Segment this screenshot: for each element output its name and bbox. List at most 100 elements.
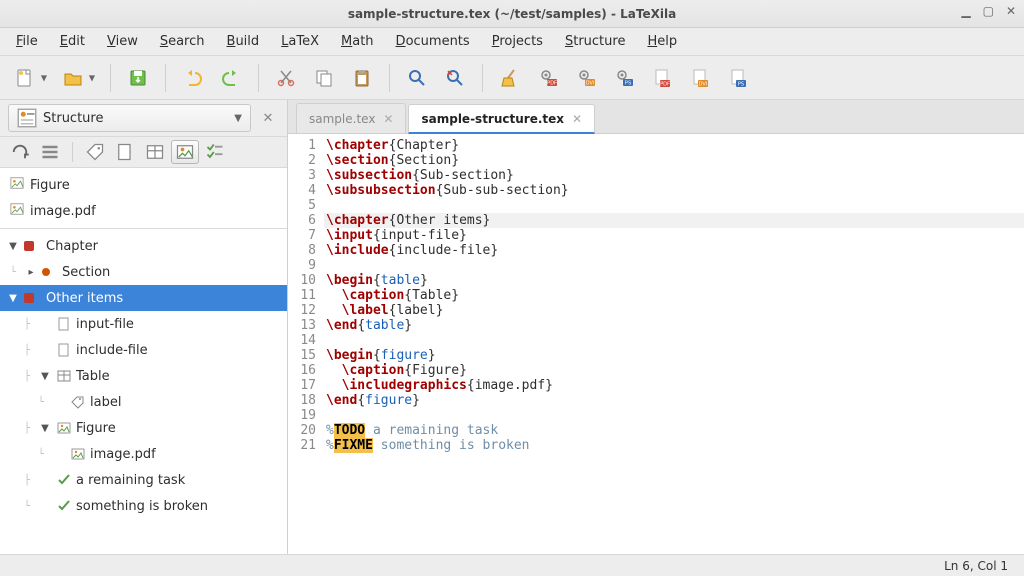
menu-file[interactable]: File (6, 31, 48, 52)
code-content[interactable]: \chapter{Chapter}\section{Section}\subse… (322, 134, 1024, 554)
copy-button[interactable] (307, 61, 341, 95)
svg-text:PS: PS (738, 81, 744, 87)
build-dvi-button[interactable]: DVI (569, 61, 603, 95)
tree-item-table[interactable]: ├ ▼ Table (0, 363, 287, 389)
show-figures-button[interactable] (171, 140, 199, 164)
doc-pdf-icon: PDF (652, 68, 672, 88)
structure-filter-list: Figure image.pdf (0, 168, 287, 229)
view-pdf-button[interactable]: PDF (645, 61, 679, 95)
scissors-icon (276, 68, 296, 88)
close-icon[interactable]: ✕ (572, 112, 582, 126)
menu-edit[interactable]: Edit (50, 31, 95, 52)
menu-structure[interactable]: Structure (555, 31, 636, 52)
toolbar-separator (482, 64, 483, 92)
disclosure-triangle-icon[interactable]: ▼ (38, 371, 52, 382)
save-button[interactable] (121, 61, 155, 95)
sidebar: Structure ▼ ✕ Figure image.pdf (0, 100, 288, 554)
paste-icon (352, 68, 372, 88)
maximize-icon[interactable]: ▢ (983, 4, 994, 18)
tree-item-chapter[interactable]: ▼ Chapter (0, 233, 287, 259)
close-icon[interactable]: ✕ (383, 112, 393, 126)
clean-button[interactable] (493, 61, 527, 95)
disclosure-triangle-icon[interactable]: ▸ (24, 267, 38, 278)
section-bullet-icon (42, 268, 50, 276)
tree-item-label-text: label (90, 395, 121, 410)
tree-item-image[interactable]: └ image.pdf (0, 441, 287, 467)
show-tables-button[interactable] (141, 140, 169, 164)
new-button[interactable]: ▼ (8, 61, 52, 95)
save-icon (128, 68, 148, 88)
code-editor[interactable]: 123456789101112131415161718192021 \chapt… (288, 134, 1024, 554)
menubar: File Edit View Search Build LaTeX Math D… (0, 28, 1024, 56)
redo-icon (221, 68, 241, 88)
image-icon (56, 420, 72, 436)
view-dvi-button[interactable]: DVI (683, 61, 717, 95)
menu-documents[interactable]: Documents (386, 31, 480, 52)
undo-button[interactable] (176, 61, 210, 95)
menu-build[interactable]: Build (217, 31, 270, 52)
paste-button[interactable] (345, 61, 379, 95)
gear-dvi-icon: DVI (576, 68, 596, 88)
open-icon (63, 68, 83, 88)
list-item-label: image.pdf (30, 204, 96, 219)
tree-item-figure[interactable]: ├ ▼ Figure (0, 415, 287, 441)
file-icon (115, 142, 135, 162)
view-ps-button[interactable]: PS (721, 61, 755, 95)
menu-help[interactable]: Help (637, 31, 687, 52)
disclosure-triangle-icon[interactable]: ▼ (38, 423, 52, 434)
panel-close-button[interactable]: ✕ (257, 107, 279, 129)
window-title: sample-structure.tex (~/test/samples) - … (348, 7, 676, 21)
structure-toolbar (0, 136, 287, 168)
find-button[interactable] (400, 61, 434, 95)
structure-tree: ▼ Chapter └ ▸ Section ▼ Other items ├ (0, 229, 287, 554)
menu-search[interactable]: Search (150, 31, 215, 52)
show-labels-button[interactable] (81, 140, 109, 164)
structure-icon (17, 108, 37, 128)
build-pdf-button[interactable]: PDF (531, 61, 565, 95)
close-icon[interactable]: ✕ (1006, 4, 1016, 18)
dropdown-icon: ▼ (89, 73, 95, 82)
redo-button[interactable] (214, 61, 248, 95)
tree-item-fixme[interactable]: └ something is broken (0, 493, 287, 519)
svg-text:PDF: PDF (660, 81, 670, 87)
tree-item-todo[interactable]: ├ a remaining task (0, 467, 287, 493)
tree-item-input[interactable]: ├ input-file (0, 311, 287, 337)
image-icon (10, 176, 24, 194)
dropdown-icon: ▼ (41, 73, 47, 82)
menu-latex[interactable]: LaTeX (271, 31, 329, 52)
label-icon (70, 394, 86, 410)
refresh-button[interactable] (6, 140, 34, 164)
open-button[interactable]: ▼ (56, 61, 100, 95)
find-replace-button[interactable] (438, 61, 472, 95)
disclosure-triangle-icon[interactable]: ▼ (6, 241, 20, 252)
tree-item-include[interactable]: ├ include-file (0, 337, 287, 363)
tree-item-section[interactable]: └ ▸ Section (0, 259, 287, 285)
gear-pdf-icon: PDF (538, 68, 558, 88)
collapse-all-button[interactable] (36, 140, 64, 164)
list-item[interactable]: Figure (0, 172, 287, 198)
gear-ps-icon: PS (614, 68, 634, 88)
search-icon (407, 68, 427, 88)
tab-label: sample.tex (309, 112, 375, 126)
toolbar-separator (72, 142, 73, 162)
show-todos-button[interactable] (201, 140, 229, 164)
build-ps-button[interactable]: PS (607, 61, 641, 95)
toolbar-separator (258, 64, 259, 92)
disclosure-triangle-icon[interactable]: ▼ (6, 293, 20, 304)
cut-button[interactable] (269, 61, 303, 95)
doc-ps-icon: PS (728, 68, 748, 88)
menu-projects[interactable]: Projects (482, 31, 553, 52)
list-item[interactable]: image.pdf (0, 198, 287, 224)
show-includes-button[interactable] (111, 140, 139, 164)
toolbar: ▼ ▼ (0, 56, 1024, 100)
tree-item-label[interactable]: └ label (0, 389, 287, 415)
panel-selector[interactable]: Structure ▼ (8, 104, 251, 132)
menu-view[interactable]: View (97, 31, 148, 52)
tree-item-chapter-selected[interactable]: ▼ Other items (0, 285, 287, 311)
copy-icon (314, 68, 334, 88)
tab-sample[interactable]: sample.tex ✕ (296, 103, 406, 133)
tree-item-label: input-file (76, 317, 134, 332)
tab-sample-structure[interactable]: sample-structure.tex ✕ (408, 104, 595, 134)
minimize-icon[interactable]: ▁ (961, 4, 970, 18)
menu-math[interactable]: Math (331, 31, 384, 52)
